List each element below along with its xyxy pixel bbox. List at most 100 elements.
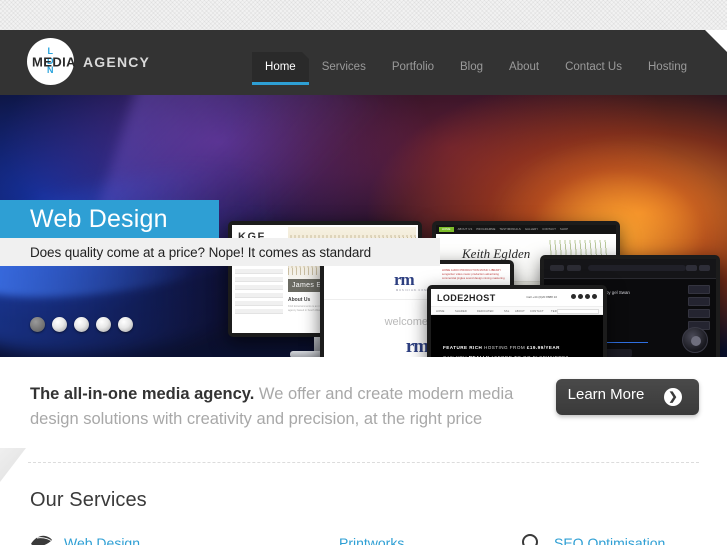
car-side-button bbox=[688, 297, 710, 306]
lode2host-nav-item: SSL bbox=[504, 309, 510, 313]
car-toolbar-button bbox=[699, 265, 710, 271]
car-toolbar-pill bbox=[567, 265, 581, 271]
keith-nav-item: SHOP bbox=[560, 228, 569, 231]
printer-icon bbox=[305, 533, 329, 545]
learn-more-label: Learn More bbox=[567, 386, 645, 403]
nav-item-about[interactable]: About bbox=[496, 52, 552, 85]
keith-nav-item: HOME bbox=[439, 227, 454, 232]
lode2host-logo: LODE2HOST bbox=[437, 293, 496, 303]
hero-caption-title: Web Design bbox=[0, 200, 219, 238]
lode2host-headline-2: CAN YOU REALLY AFFORD TO GO ELSEWHERE? bbox=[443, 355, 569, 357]
lode2host-headline-2-strong: REALLY bbox=[469, 355, 490, 357]
kgf-menu-item bbox=[235, 269, 283, 274]
car-toolbar-pill bbox=[550, 265, 564, 271]
keith-nav-item: PROGRAMME bbox=[476, 228, 496, 231]
keith-navbar: HOME ABOUT US PROGRAMME TESTIMONIALS GAL… bbox=[436, 225, 616, 234]
lode2host-headline-price: £19.99/YEAR bbox=[526, 345, 560, 350]
kgf-sidebar-menu bbox=[235, 261, 283, 317]
kgf-menu-item bbox=[235, 293, 283, 298]
monitor-bezel: LODE2HOST Call +44 (0)20 8888 10 HOME SH… bbox=[427, 285, 607, 357]
hero-slider-dot-5[interactable] bbox=[118, 317, 133, 332]
services-row: Web Design Printworks SEO Optimisation bbox=[30, 533, 710, 545]
magnifier-icon bbox=[520, 533, 544, 545]
intro-section: The all-in-one media agency. We offer an… bbox=[0, 357, 727, 462]
musician-blurb: HOME AUDIO PRODUCTION MUSIC LIBRARY song… bbox=[442, 269, 505, 281]
learn-more-button[interactable]: Learn More ❯ bbox=[556, 379, 699, 415]
service-item-printworks[interactable]: Printworks bbox=[305, 533, 520, 545]
logo-word-agency: AGENCY bbox=[83, 53, 151, 70]
musician-logo: rm bbox=[394, 270, 415, 289]
hero-slider[interactable]: KGF ENTERTAINMENTS James Eve bbox=[0, 95, 727, 357]
intro-lead: The all-in-one media agency. bbox=[30, 385, 255, 403]
service-label-web-design: Web Design bbox=[64, 535, 141, 545]
car-toolbar-bar bbox=[588, 265, 686, 271]
keith-nav-item: GALLERY bbox=[524, 228, 539, 231]
page-root: L D N MEDIA AGENCY Home Services Portfol… bbox=[0, 0, 727, 545]
logo-word-media: MEDIA bbox=[32, 54, 76, 69]
car-toolbar-button bbox=[686, 265, 697, 271]
keith-nav-item: CONTACT bbox=[542, 228, 557, 231]
lode2host-phone: Call +44 (0)20 8888 10 bbox=[526, 295, 557, 299]
lode2host-nav-item: ABOUT bbox=[515, 309, 525, 313]
lode2host-headline-2a: CAN YOU bbox=[443, 355, 469, 357]
lode2host-headline-1: FEATURE RICH HOSTING FROM £19.99/YEAR bbox=[443, 345, 560, 350]
lode2host-search-input bbox=[557, 309, 599, 314]
main-navigation: Home Services Portfolio Blog About Conta… bbox=[252, 52, 700, 85]
kgf-menu-item bbox=[235, 277, 283, 282]
car-side-button bbox=[688, 285, 710, 294]
musician-logo-subtitle: MUSICIAN.COM bbox=[396, 289, 428, 292]
nav-item-services[interactable]: Services bbox=[309, 52, 379, 85]
service-label-printworks: Printworks bbox=[339, 535, 405, 545]
hero-monitor-lode2host: LODE2HOST Call +44 (0)20 8888 10 HOME SH… bbox=[427, 285, 607, 357]
lode2host-logo-text: LODE2HOST bbox=[437, 293, 496, 303]
lode2host-nav-item: HOME bbox=[436, 309, 445, 313]
keith-nav-item: ABOUT US bbox=[457, 228, 473, 231]
lode2host-header: LODE2HOST Call +44 (0)20 8888 10 bbox=[431, 289, 603, 306]
monitor-screen: LODE2HOST Call +44 (0)20 8888 10 HOME SH… bbox=[431, 289, 603, 357]
hero-caption-subtitle: Does quality come at a price? Nope! It c… bbox=[0, 238, 440, 266]
car-side-button bbox=[688, 309, 710, 318]
nav-item-blog[interactable]: Blog bbox=[447, 52, 496, 85]
car-side-buttons bbox=[688, 285, 710, 333]
hero-slider-dot-3[interactable] bbox=[74, 317, 89, 332]
lode2host-headline-strong: FEATURE RICH bbox=[443, 345, 483, 350]
hero-slider-dot-1[interactable] bbox=[30, 317, 45, 332]
lode2host-headline-rest: HOSTING FROM bbox=[482, 345, 527, 350]
lode2host-headline-2b: AFFORD TO GO ELSEWHERE? bbox=[489, 355, 568, 357]
lode2host-nav-item: CONTACT bbox=[530, 309, 544, 313]
hero-slider-dots bbox=[30, 317, 133, 332]
social-icon bbox=[585, 294, 590, 299]
section-divider bbox=[28, 462, 699, 463]
nav-item-hosting[interactable]: Hosting bbox=[635, 52, 700, 85]
hero-slider-dot-2[interactable] bbox=[52, 317, 67, 332]
service-item-web-design[interactable]: Web Design bbox=[30, 533, 305, 545]
top-hatch-strip bbox=[0, 0, 727, 30]
nav-item-contact-us[interactable]: Contact Us bbox=[552, 52, 635, 85]
lode2host-hero: FEATURE RICH HOSTING FROM £19.99/YEAR CA… bbox=[431, 315, 603, 357]
chevron-right-icon: ❯ bbox=[664, 388, 682, 406]
social-icon bbox=[571, 294, 576, 299]
service-label-seo: SEO Optimisation bbox=[554, 535, 666, 545]
services-heading: Our Services bbox=[30, 489, 147, 511]
social-icon bbox=[578, 294, 583, 299]
nav-item-portfolio[interactable]: Portfolio bbox=[379, 52, 447, 85]
lode2host-social-icons bbox=[571, 294, 597, 299]
lode2host-nav-item: DEDICATED bbox=[477, 309, 494, 313]
site-header: L D N MEDIA AGENCY Home Services Portfol… bbox=[0, 30, 727, 95]
musician-logo-large: rm bbox=[405, 336, 429, 357]
intro-paragraph: The all-in-one media agency. We offer an… bbox=[30, 382, 530, 432]
lode2host-nav-item: SHARED bbox=[455, 309, 468, 313]
site-logo[interactable]: L D N MEDIA AGENCY bbox=[27, 38, 150, 85]
nav-item-home[interactable]: Home bbox=[252, 52, 309, 85]
social-icon bbox=[592, 294, 597, 299]
logo-circle-icon: L D N MEDIA bbox=[27, 38, 76, 85]
hero-slider-dot-4[interactable] bbox=[96, 317, 111, 332]
car-toolbar bbox=[544, 259, 716, 279]
kgf-menu-item bbox=[235, 301, 283, 306]
kgf-menu-item bbox=[235, 285, 283, 290]
service-item-seo[interactable]: SEO Optimisation bbox=[520, 533, 710, 545]
car-dial-icon bbox=[682, 327, 708, 353]
lode2host-navbar: HOME SHARED DEDICATED SSL ABOUT CONTACT … bbox=[431, 306, 603, 315]
kgf-menu-item bbox=[235, 309, 283, 314]
pen-nib-icon bbox=[30, 533, 54, 545]
